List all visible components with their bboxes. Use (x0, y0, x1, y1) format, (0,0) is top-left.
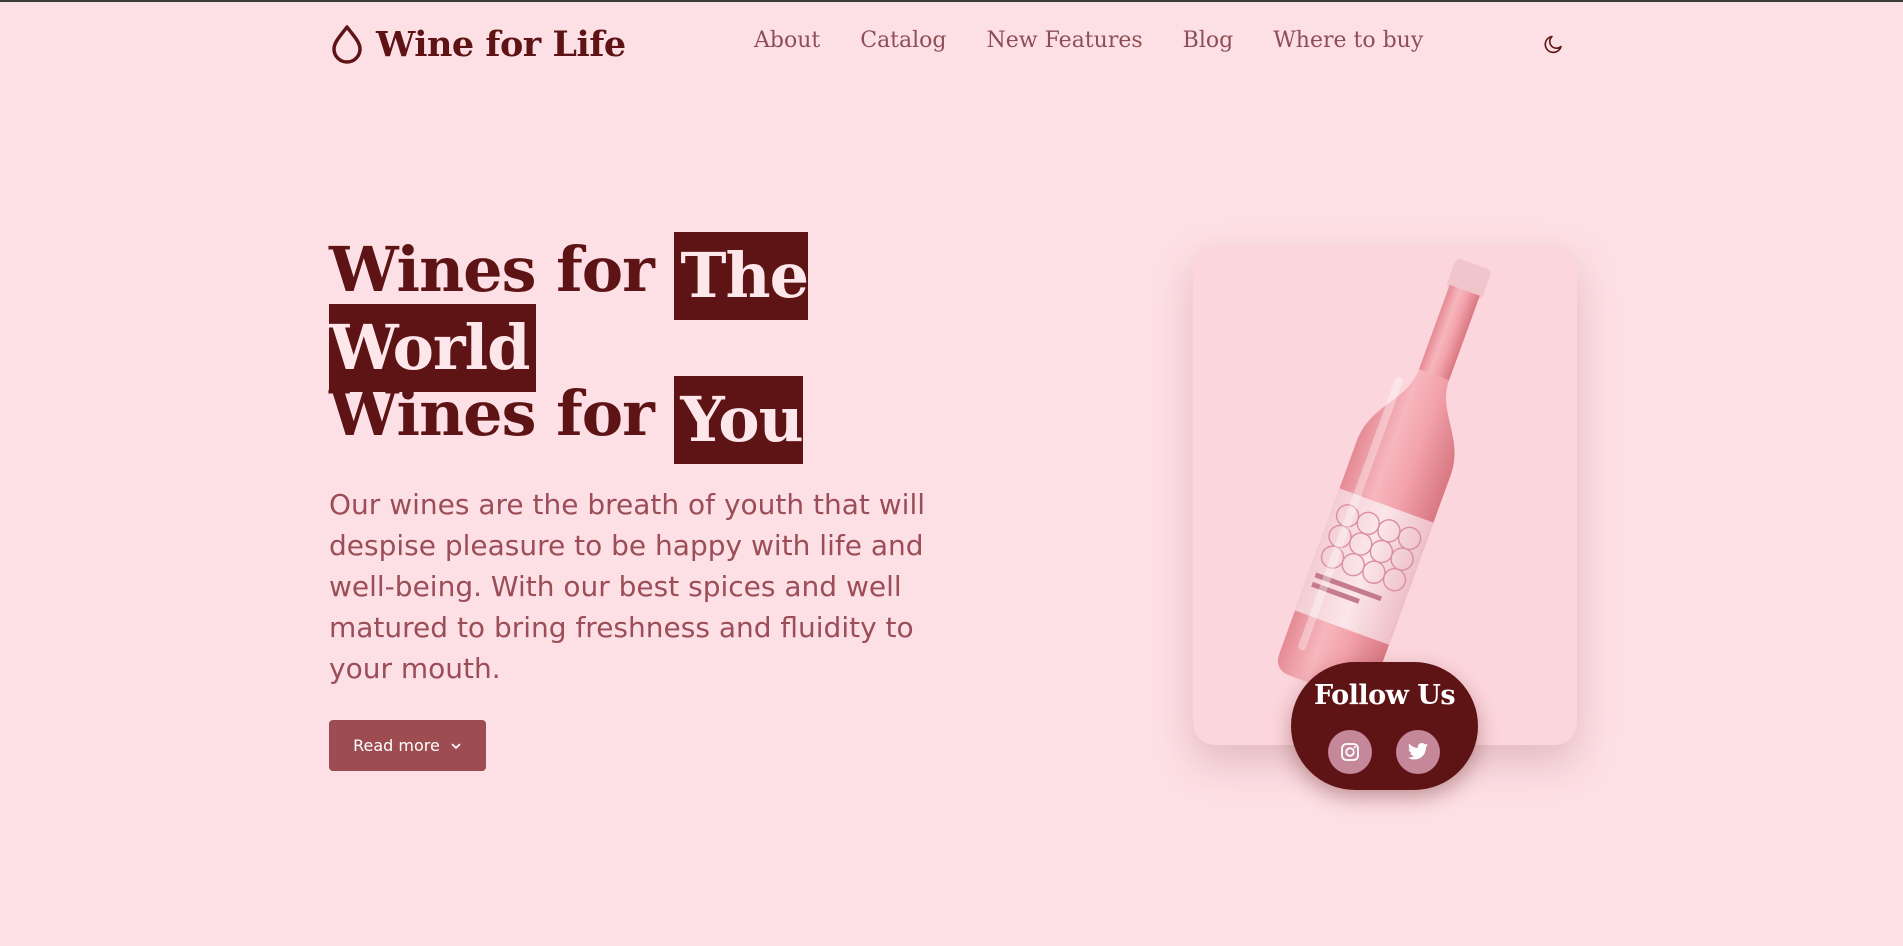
twitter-icon (1407, 743, 1429, 760)
moon-icon (1544, 35, 1562, 54)
hero-title-prefix: Wines for (329, 377, 655, 450)
hero-description: Our wines are the breath of youth that w… (329, 488, 926, 685)
follow-us-panel: Follow Us (1291, 662, 1478, 790)
nav-link-where-to-buy[interactable]: Where to buy (1273, 28, 1423, 53)
hero-title-highlight-the: The (674, 232, 809, 320)
hero-title-line-3: Wines for You (329, 376, 808, 464)
site-header: Wine for Life About Catalog New Features… (0, 2, 1903, 86)
chevron-down-icon (451, 743, 461, 749)
nav-link-about[interactable]: About (754, 28, 820, 53)
hero-title-highlight-you: You (674, 376, 804, 464)
brand-name: Wine for Life (376, 23, 626, 65)
nav-link-catalog[interactable]: Catalog (860, 28, 946, 53)
instagram-link[interactable] (1328, 730, 1372, 774)
drop-icon (332, 25, 362, 64)
twitter-link[interactable] (1396, 730, 1440, 774)
follow-us-title: Follow Us (1313, 680, 1456, 711)
nav-link-blog[interactable]: Blog (1183, 28, 1234, 53)
nav-link-new-features[interactable]: New Features (987, 28, 1143, 53)
read-more-button[interactable]: Read more (329, 720, 486, 771)
main-nav: About Catalog New Features Blog Where to… (754, 28, 1423, 53)
hero-title-prefix: Wines for (329, 233, 655, 306)
read-more-label: Read more (353, 736, 440, 755)
instagram-icon (1341, 743, 1359, 761)
hero-title: Wines for The World Wines for You (329, 232, 809, 464)
hero-title-line-1: Wines for The (329, 232, 809, 320)
theme-toggle-button[interactable] (1542, 32, 1566, 56)
brand-logo[interactable]: Wine for Life (330, 22, 626, 66)
rose-wine-bottle-image (1277, 259, 1491, 700)
